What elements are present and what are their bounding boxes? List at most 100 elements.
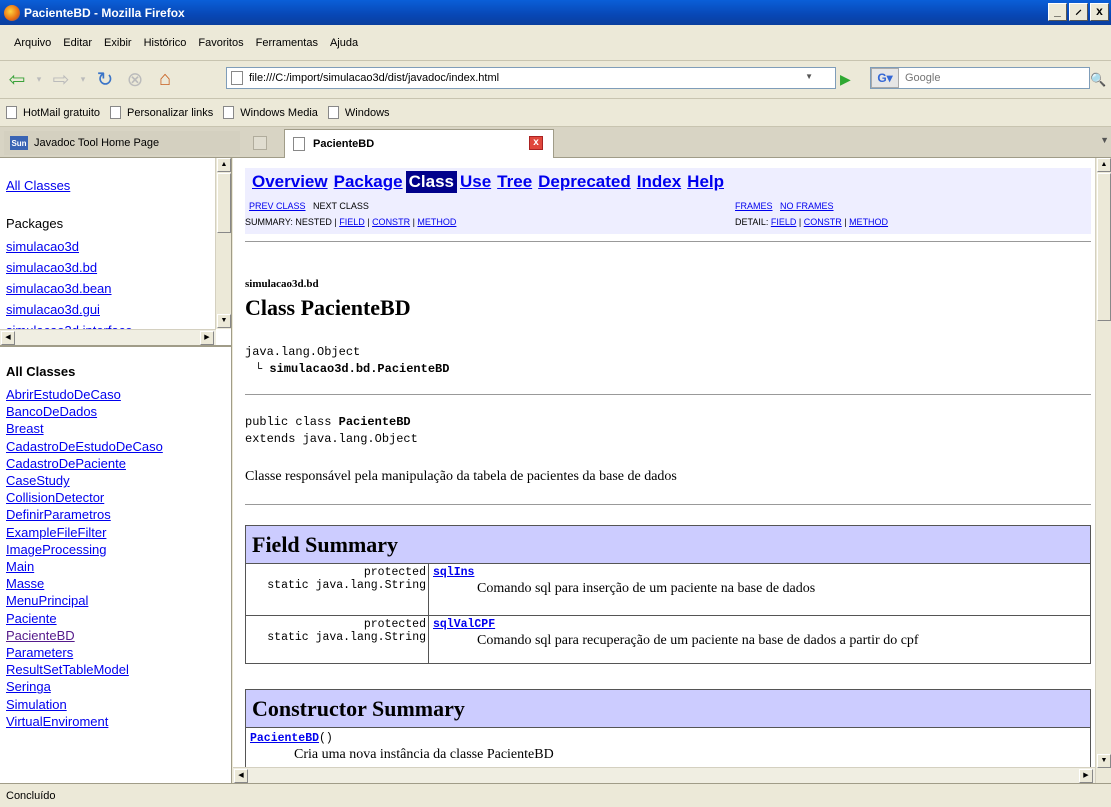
bookmark-personalizar[interactable]: Personalizar links <box>110 106 213 119</box>
no-frames-link[interactable]: NO FRAMES <box>780 201 834 211</box>
field-link-sqlvalcpf[interactable]: sqlValCPF <box>433 618 495 631</box>
field-cell: sqlIns Comando sql para inserção de um p… <box>428 563 1091 616</box>
prev-class-link[interactable]: PREV CLASS <box>249 201 306 211</box>
nav-index[interactable]: Index <box>634 171 684 193</box>
class-link[interactable]: ResultSetTableModel <box>6 662 129 677</box>
address-bar[interactable]: file:///C:/import/simulacao3d/dist/javad… <box>226 67 836 89</box>
class-link[interactable]: Simulation <box>6 697 67 712</box>
package-link[interactable]: simulacao3d.bean <box>6 281 112 296</box>
nav-tree[interactable]: Tree <box>494 171 535 193</box>
scroll-up-icon[interactable]: ▲ <box>1097 158 1111 172</box>
tab-label: PacienteBD <box>313 138 375 150</box>
close-window-button[interactable]: x <box>1090 3 1109 21</box>
detail-method-link[interactable]: METHOD <box>849 217 888 227</box>
tab-javadoc-home[interactable]: Sun Javadoc Tool Home Page <box>4 131 240 155</box>
all-classes-link[interactable]: All Classes <box>6 178 70 193</box>
nav-package[interactable]: Package <box>331 171 406 193</box>
nav-deprecated[interactable]: Deprecated <box>535 171 634 193</box>
class-link[interactable]: AbrirEstudoDeCaso <box>6 387 121 402</box>
maximize-button[interactable]: ̷ <box>1069 3 1088 21</box>
summary-field-link[interactable]: FIELD <box>339 217 365 227</box>
summary-constr-link[interactable]: CONSTR <box>372 217 410 227</box>
class-link[interactable]: ExampleFileFilter <box>6 525 106 540</box>
class-link[interactable]: VirtualEnviroment <box>6 714 108 729</box>
class-link[interactable]: Main <box>6 559 34 574</box>
nav-overview[interactable]: Overview <box>249 171 331 193</box>
doc-vertical-scrollbar[interactable]: ▲ ▼ <box>1095 158 1111 783</box>
tab-list-icon[interactable]: ▼ <box>1100 135 1109 145</box>
packages-horizontal-scrollbar[interactable]: ◀ ▶ <box>0 329 216 345</box>
reload-icon[interactable]: ↻ <box>92 67 118 93</box>
google-engine-icon[interactable]: G▾ <box>871 68 899 88</box>
frames-link[interactable]: FRAMES <box>735 201 773 211</box>
class-link[interactable]: Breast <box>6 421 44 436</box>
scroll-thumb[interactable] <box>1097 173 1111 321</box>
menu-ferramentas[interactable]: Ferramentas <box>250 37 324 49</box>
firefox-icon <box>4 4 20 21</box>
class-link[interactable]: CadastroDeEstudoDeCaso <box>6 439 163 454</box>
menu-favoritos[interactable]: Favoritos <box>192 37 249 49</box>
scroll-thumb[interactable] <box>217 173 231 233</box>
class-link[interactable]: ImageProcessing <box>6 542 106 557</box>
scroll-down-icon[interactable]: ▼ <box>1097 754 1111 768</box>
class-link[interactable]: CollisionDetector <box>6 490 104 505</box>
summary-method-link[interactable]: METHOD <box>417 217 456 227</box>
bookmark-windows[interactable]: Windows <box>327 106 390 119</box>
scroll-right-icon[interactable]: ▶ <box>200 331 214 345</box>
class-link[interactable]: Masse <box>6 576 44 591</box>
scroll-thumb[interactable] <box>16 331 151 345</box>
class-link[interactable]: Paciente <box>6 611 57 626</box>
tab-close-icon[interactable] <box>253 136 267 150</box>
search-input[interactable] <box>905 72 1075 84</box>
field-link-sqlins[interactable]: sqlIns <box>433 566 474 579</box>
forward-icon[interactable]: ⇨ <box>48 67 74 93</box>
package-link[interactable]: simulacao3d.gui <box>6 302 100 317</box>
stop-icon[interactable]: ⊗ <box>122 67 148 93</box>
class-link[interactable]: BancoDeDados <box>6 404 97 419</box>
nav-help[interactable]: Help <box>684 171 727 193</box>
doc-horizontal-scrollbar[interactable]: ◀ ▶ <box>233 767 1095 783</box>
back-dropdown-icon[interactable]: ▾ <box>34 67 44 93</box>
bookmark-windows-media[interactable]: Windows Media <box>223 106 318 119</box>
class-link[interactable]: DefinirParametros <box>6 507 111 522</box>
bookmark-page-icon <box>327 106 339 119</box>
class-link[interactable]: CaseStudy <box>6 473 70 488</box>
search-icon[interactable]: 🔍 <box>1090 72 1106 88</box>
search-box[interactable]: G▾ <box>870 67 1090 89</box>
menu-historico[interactable]: Histórico <box>138 37 193 49</box>
scroll-up-icon[interactable]: ▲ <box>217 158 231 172</box>
minimize-button[interactable]: _ <box>1048 3 1067 21</box>
menu-editar[interactable]: Editar <box>57 37 98 49</box>
home-icon[interactable]: ⌂ <box>152 67 178 93</box>
menu-exibir[interactable]: Exibir <box>98 37 138 49</box>
go-icon[interactable]: ▶ <box>840 71 854 87</box>
forward-dropdown-icon[interactable]: ▾ <box>78 67 88 93</box>
scroll-right-icon[interactable]: ▶ <box>1079 769 1093 783</box>
tab-pacientebd[interactable]: PacienteBD x <box>284 129 554 158</box>
hierarchy-child: └ simulacao3d.bd.PacienteBD <box>255 362 450 376</box>
class-link[interactable]: CadastroDePaciente <box>6 456 126 471</box>
field-modifier: protected static java.lang.String <box>245 615 429 664</box>
scroll-left-icon[interactable]: ◀ <box>234 769 248 783</box>
class-link[interactable]: MenuPrincipal <box>6 593 88 608</box>
address-dropdown-icon[interactable]: ▼ <box>805 72 813 81</box>
class-link[interactable]: PacienteBD <box>6 628 75 643</box>
scroll-left-icon[interactable]: ◀ <box>1 331 15 345</box>
tab-close-icon[interactable]: x <box>529 136 543 150</box>
menu-arquivo[interactable]: Arquivo <box>8 37 57 49</box>
package-link[interactable]: simulacao3d.bd <box>6 260 97 275</box>
scroll-down-icon[interactable]: ▼ <box>217 314 231 328</box>
menu-ajuda[interactable]: Ajuda <box>324 37 364 49</box>
back-icon[interactable]: ⇦ <box>4 67 30 93</box>
constructor-summary-title: Constructor Summary <box>245 689 1091 728</box>
nav-use[interactable]: Use <box>457 171 494 193</box>
constructor-link[interactable]: PacienteBD <box>250 732 319 745</box>
class-link[interactable]: Seringa <box>6 679 51 694</box>
bookmark-hotmail[interactable]: HotMail gratuito <box>6 106 100 119</box>
packages-vertical-scrollbar[interactable]: ▲ ▼ <box>215 158 231 329</box>
class-link[interactable]: Parameters <box>6 645 73 660</box>
detail-field-link[interactable]: FIELD <box>771 217 797 227</box>
bookmark-page-icon <box>6 106 17 119</box>
package-link[interactable]: simulacao3d <box>6 239 79 254</box>
detail-constr-link[interactable]: CONSTR <box>804 217 842 227</box>
